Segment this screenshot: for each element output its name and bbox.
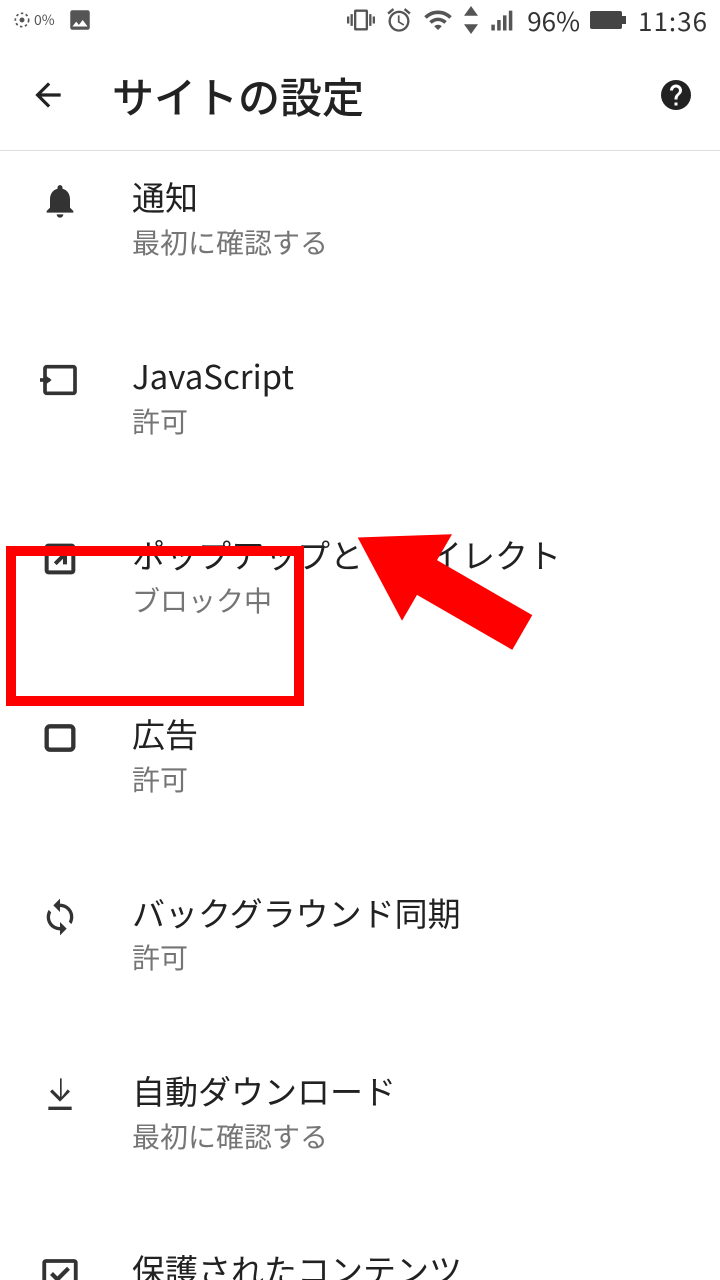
battery-pct: 96%: [527, 2, 580, 39]
setting-sub: 許可: [132, 937, 461, 977]
setting-sub: 最初に確認する: [132, 1116, 396, 1156]
vibrate-icon: [347, 6, 375, 34]
back-button[interactable]: [24, 71, 72, 119]
bell-icon: [28, 175, 92, 221]
page-title: サイトの設定: [112, 65, 652, 126]
download-icon: [28, 1069, 92, 1115]
protected-content-icon: [28, 1248, 92, 1280]
setting-title: 保護されたコンテンツ: [132, 1248, 462, 1280]
setting-sub: 最初に確認する: [132, 222, 328, 262]
setting-title: 広告: [132, 712, 198, 755]
picture-icon: [67, 7, 93, 33]
setting-sub: 許可: [132, 759, 198, 799]
battery-icon: [590, 9, 628, 31]
updown-icon: [463, 6, 479, 34]
sync-icon: [28, 891, 92, 937]
data-saver-icon: 0%: [12, 10, 55, 30]
signal-icon: [489, 6, 517, 34]
setting-title: 通知: [132, 175, 328, 218]
setting-title: ポップアップとリダイレクト: [132, 533, 561, 576]
status-bar: 0%: [0, 0, 720, 40]
setting-popups[interactable]: ポップアップとリダイレクト ブロック中: [0, 509, 720, 644]
clock-text: 11:36: [638, 2, 708, 39]
settings-list: 通知 最初に確認する JavaScript 許可 ポップアップとリダイレク: [0, 151, 720, 1280]
popup-icon: [28, 533, 92, 579]
setting-title: JavaScript: [132, 354, 294, 397]
setting-auto-download[interactable]: 自動ダウンロード 最初に確認する: [0, 1045, 720, 1180]
alarm-icon: [385, 6, 413, 34]
ads-icon: [28, 712, 92, 758]
app-bar: サイトの設定: [0, 40, 720, 151]
setting-sub: ブロック中: [132, 580, 561, 620]
data-saver-pct: 0%: [34, 10, 55, 30]
setting-sub: 許可: [132, 401, 294, 441]
setting-notifications[interactable]: 通知 最初に確認する: [0, 151, 720, 286]
setting-title: 自動ダウンロード: [132, 1069, 396, 1112]
setting-ads[interactable]: 広告 許可: [0, 688, 720, 823]
setting-javascript[interactable]: JavaScript 許可: [0, 330, 720, 465]
help-button[interactable]: [652, 71, 700, 119]
setting-title: バックグラウンド同期: [132, 891, 461, 934]
setting-protected-content[interactable]: 保護されたコンテンツ 許可: [0, 1224, 720, 1280]
wifi-icon: [423, 5, 453, 35]
javascript-icon: [28, 354, 92, 400]
setting-background-sync[interactable]: バックグラウンド同期 許可: [0, 867, 720, 1002]
